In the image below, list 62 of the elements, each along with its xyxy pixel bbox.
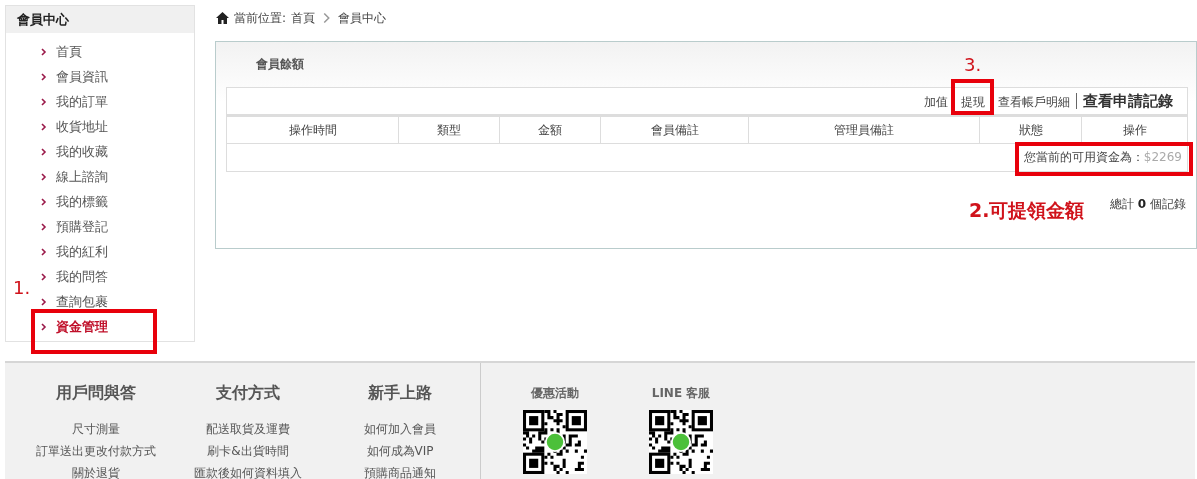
chevron-icon — [41, 122, 47, 131]
chevron-icon — [41, 172, 47, 181]
footer-link[interactable]: 配送取貨及運費 — [206, 418, 290, 440]
footer-link[interactable]: 預購商品通知 — [364, 462, 436, 479]
footer-link[interactable]: 如何成為VIP — [366, 440, 434, 462]
annotation-label: 2.可提領金額 — [969, 198, 1085, 223]
qr-code-icon — [523, 410, 587, 474]
highlight-frame — [951, 79, 994, 115]
column-header: 管理員備註 — [748, 115, 980, 144]
chevron-icon — [41, 247, 47, 256]
record-total: 總計 0 個記錄 — [1110, 196, 1186, 213]
action-link[interactable]: 加值 — [918, 96, 954, 109]
action-link[interactable]: 查看申請記錄 — [1076, 93, 1179, 109]
breadcrumb-link[interactable]: 會員中心 — [338, 9, 387, 27]
column-header: 類型 — [398, 115, 500, 144]
qr-title: LINE 客服 — [651, 385, 711, 402]
footer-link[interactable]: 匯款後如何資料填入 — [194, 462, 302, 479]
footer-link[interactable]: 關於退貨 — [72, 462, 120, 479]
chevron-icon — [41, 47, 47, 56]
sidebar-item[interactable]: 資金管理 — [56, 317, 108, 336]
footer-link[interactable]: 尺寸測量 — [72, 418, 120, 440]
column-header: 狀態 — [979, 115, 1082, 144]
footer-heading: 支付方式 — [216, 383, 280, 404]
sidebar-title: 會員中心 — [6, 6, 194, 33]
sidebar-item[interactable]: 我的收藏 — [56, 142, 108, 161]
balance-text: 您當前的可用資金為：$2269 — [1023, 150, 1182, 164]
chevron-icon — [41, 97, 47, 106]
panel-title: 會員餘額 — [256, 56, 304, 73]
footer-heading: 新手上路 — [368, 383, 432, 404]
sidebar-item[interactable]: 會員資訊 — [56, 67, 108, 86]
chevron-icon — [41, 197, 47, 206]
action-link[interactable]: 查看帳戶明細 — [991, 96, 1076, 109]
sidebar-item[interactable]: 查詢包裹 — [56, 292, 108, 311]
sidebar-item[interactable]: 我的紅利 — [56, 242, 108, 261]
footer-link[interactable]: 訂單送出更改付款方式 — [36, 440, 156, 462]
column-header: 金額 — [499, 115, 601, 144]
chevron-icon — [41, 297, 47, 306]
chevron-icon — [41, 72, 47, 81]
annotation-label: 3. — [964, 54, 982, 75]
chevron-icon — [41, 147, 47, 156]
sidebar-item[interactable]: 線上諮詢 — [56, 167, 108, 186]
annotation-label: 1. — [13, 277, 31, 298]
qr-title: 優惠活動 — [531, 385, 579, 402]
qr-code-icon — [649, 410, 713, 474]
breadcrumb-label: 當前位置: — [234, 9, 287, 27]
sidebar-item[interactable]: 首頁 — [56, 42, 82, 61]
breadcrumb-link[interactable]: 首頁 — [291, 9, 316, 27]
sidebar-item[interactable]: 我的標籤 — [56, 192, 108, 211]
footer-link[interactable]: 如何加入會員 — [364, 418, 436, 440]
chevron-icon — [41, 222, 47, 231]
chevron-icon — [41, 322, 47, 331]
column-header: 會員備註 — [600, 115, 749, 144]
home-icon[interactable] — [216, 12, 229, 24]
column-header: 操作時間 — [226, 115, 399, 144]
footer-link[interactable]: 刷卡&出貨時間 — [207, 440, 289, 462]
sidebar-item[interactable]: 我的訂單 — [56, 92, 108, 111]
action-link[interactable]: 提現 — [954, 96, 991, 109]
sidebar-item[interactable]: 預購登記 — [56, 217, 108, 236]
sidebar-item[interactable]: 收貨地址 — [56, 117, 108, 136]
chevron-icon — [41, 272, 47, 281]
sidebar-item[interactable]: 我的問答 — [56, 267, 108, 286]
footer-heading: 用戶問與答 — [56, 383, 136, 404]
